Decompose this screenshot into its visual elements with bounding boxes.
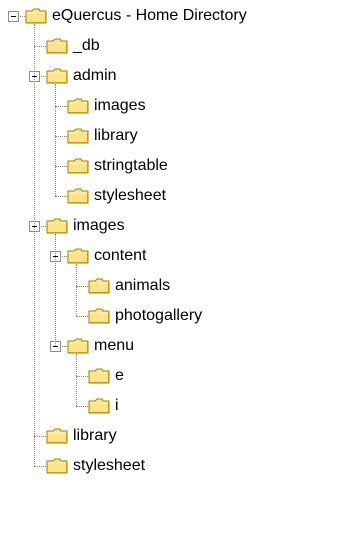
folder-icon [88, 398, 110, 414]
folder-icon [88, 308, 110, 324]
tree-connector-v [55, 234, 56, 346]
tree-connector-h [55, 136, 67, 137]
tree-connector-v [55, 84, 56, 196]
tree-connector-h [34, 436, 46, 437]
tree-node-label[interactable]: stylesheet [73, 456, 145, 476]
folder-icon [46, 218, 68, 234]
folder-icon [46, 68, 68, 84]
tree-node-label[interactable]: e [115, 366, 124, 386]
folder-icon [88, 278, 110, 294]
tree-node-label[interactable]: photogallery [115, 306, 202, 326]
tree-node-label[interactable]: library [94, 126, 138, 146]
tree-connector-h [76, 316, 88, 317]
folder-icon [46, 458, 68, 474]
folder-icon [67, 188, 89, 204]
tree-node-label[interactable]: admin [73, 66, 117, 86]
tree-connector-h [34, 46, 46, 47]
tree-node-label[interactable]: images [73, 216, 125, 236]
folder-icon [88, 368, 110, 384]
directory-tree: eQuercus - Home Directory _dbadmin images l… [0, 0, 342, 546]
tree-node-label[interactable]: library [73, 426, 117, 446]
folder-icon [67, 158, 89, 174]
folder-icon [67, 128, 89, 144]
tree-connector-h [55, 166, 67, 167]
tree-connector-h [34, 466, 46, 467]
folder-icon [25, 8, 47, 24]
tree-connector-v [76, 354, 77, 406]
tree-connector-h [76, 376, 88, 377]
tree-connector-h [55, 196, 67, 197]
tree-connector-h [76, 286, 88, 287]
tree-node-label[interactable]: menu [94, 336, 134, 356]
tree-node-label[interactable]: stringtable [94, 156, 168, 176]
tree-node-label[interactable]: _db [73, 36, 100, 56]
tree-connector-h [18, 16, 25, 17]
folder-icon [67, 98, 89, 114]
tree-connector-h [55, 106, 67, 107]
tree-node-label[interactable]: animals [115, 276, 170, 296]
folder-icon [46, 38, 68, 54]
tree-connector-h [76, 406, 88, 407]
tree-node-label[interactable]: eQuercus - Home Directory [52, 6, 247, 26]
folder-icon [67, 248, 89, 264]
folder-icon [67, 338, 89, 354]
tree-connector-v [34, 24, 35, 466]
folder-icon [46, 428, 68, 444]
tree-node-label[interactable]: i [115, 396, 119, 416]
tree-node-label[interactable]: content [94, 246, 146, 266]
tree-node-label[interactable]: images [94, 96, 146, 116]
tree-connector-v [76, 264, 77, 316]
tree-node-label[interactable]: stylesheet [94, 186, 166, 206]
